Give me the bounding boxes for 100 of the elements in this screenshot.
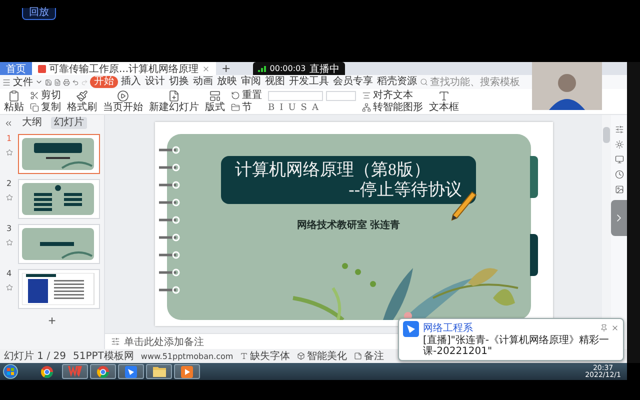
format-button[interactable]: S (300, 102, 307, 112)
copy-icon (30, 103, 39, 112)
ribbon-tab[interactable]: 放映 (216, 76, 238, 88)
monitor-icon (614, 155, 624, 164)
presentation-file-icon (38, 64, 46, 72)
caret-icon (35, 78, 43, 86)
font-icon (240, 352, 248, 360)
save-icon (45, 78, 52, 86)
taskbar-app[interactable] (146, 364, 172, 379)
document-tab[interactable]: 可靠传输工作原...计算机网络原理 (32, 62, 216, 75)
toolbar-button[interactable]: 重置 (231, 90, 262, 101)
messenger-icon (125, 366, 137, 378)
font-name-field[interactable] (268, 90, 323, 100)
toolbar-button[interactable]: 转智能图形 (362, 102, 423, 113)
notes-placeholder[interactable]: 单击此处添加备注 (124, 334, 204, 348)
font-size-field[interactable] (326, 90, 356, 100)
panel-tab[interactable]: 大纲 (19, 117, 45, 129)
slide-title: 计算机网络原理（第8版） (235, 160, 432, 180)
collapse-icon (4, 118, 13, 128)
star-icon (6, 194, 12, 201)
signal-icon (258, 66, 266, 72)
ribbon-tab[interactable]: 视图 (264, 76, 286, 88)
format-button[interactable]: U (288, 102, 296, 112)
ribbon-tab[interactable]: 审阅 (240, 76, 262, 88)
slide-number: 4 (6, 269, 12, 278)
note-icon (354, 352, 362, 360)
ribbon-tab[interactable]: 会员专享 (332, 76, 374, 88)
notes-button[interactable]: 备注 (354, 349, 384, 363)
toolbar-button[interactable]: 文本框 (429, 90, 459, 113)
messenger-icon (403, 321, 419, 337)
toolbar-button[interactable]: 对齐文本 (362, 90, 423, 101)
toolbar-button[interactable]: 剪切 (30, 90, 61, 101)
sun-icon (614, 140, 624, 149)
slide-number: 3 (6, 224, 12, 233)
format-button[interactable]: A (312, 102, 318, 112)
close-icon (611, 324, 619, 332)
format-button[interactable]: I (280, 102, 284, 112)
taskbar-app[interactable] (118, 364, 144, 379)
play-icon (117, 90, 129, 102)
home-tab[interactable]: 首页 (0, 62, 32, 75)
ribbon-tab[interactable]: 切换 (168, 76, 190, 88)
slide-count: 幻灯片 1 / 29 (4, 350, 66, 363)
beautify-button[interactable]: 智能美化 (297, 349, 348, 363)
panel-tab[interactable]: 幻灯片 (51, 117, 87, 129)
reset-icon (231, 91, 240, 100)
template-source: 51PPT模板网 (73, 350, 134, 363)
live-timer: 00:00:03 (270, 64, 306, 73)
notification-title: 网络工程系 (423, 322, 474, 334)
cube-icon (297, 352, 306, 360)
ribbon-tab[interactable]: 设计 (144, 76, 166, 88)
toolbar-button[interactable]: 复制 (30, 102, 61, 113)
slide-number: 2 (6, 179, 12, 188)
ribbon-tab[interactable]: 动画 (192, 76, 214, 88)
toolbar-button[interactable]: 新建幻灯片 (149, 90, 199, 113)
template-url: www.51pptmoban.com (140, 352, 234, 360)
file-menu[interactable]: 文件 (2, 76, 43, 88)
browser-icon (41, 366, 53, 378)
taskbar-app[interactable] (174, 364, 200, 379)
toolbar-button[interactable]: 格式刷 (67, 90, 97, 113)
ribbon-tab[interactable]: 插入 (120, 76, 142, 88)
clipboard-icon (8, 90, 20, 102)
section-icon (231, 103, 240, 112)
document-icon (54, 78, 61, 86)
taskbar-app[interactable] (90, 364, 116, 379)
toolbar-button[interactable]: 粘贴 (4, 90, 24, 113)
add-slide-button[interactable]: + (44, 314, 60, 327)
text-box-icon (438, 90, 450, 102)
image-icon (614, 185, 624, 194)
layout-icon (209, 90, 221, 102)
ribbon-tab[interactable]: 开发工具 (288, 76, 330, 88)
ribbon-tab[interactable]: 稻壳资源 (376, 76, 418, 88)
sliders-icon (614, 125, 624, 134)
slide-number: 1 (6, 134, 12, 143)
smart-graphic-icon (362, 103, 371, 112)
missing-fonts-button[interactable]: 缺失字体 (240, 349, 290, 363)
clock-icon (614, 170, 624, 179)
ribbon-tab[interactable]: 开始 (90, 76, 118, 88)
video-recorder-icon (181, 366, 193, 378)
scrollbar-thumb[interactable] (603, 127, 610, 143)
print-icon (63, 78, 70, 86)
notification-message[interactable]: [直播]"张连青-《计算机网络原理》精彩一课-20221201" (423, 335, 619, 357)
undo-icon (72, 78, 79, 86)
office-app-icon (68, 366, 82, 377)
close-icon (202, 64, 210, 72)
new-slide-icon (168, 90, 180, 102)
folder-icon (152, 366, 166, 377)
new-tab-button[interactable]: + (216, 62, 237, 75)
format-button[interactable]: B (268, 102, 275, 112)
pin-icon (600, 324, 608, 332)
star-icon (6, 284, 12, 291)
browser-icon (97, 366, 109, 378)
toolbar-button[interactable]: 版式 (205, 90, 225, 113)
replay-button[interactable]: 回放 (22, 8, 56, 20)
paintbrush-icon (76, 90, 88, 102)
star-icon (6, 239, 12, 246)
toolbar-button[interactable]: 节 (231, 102, 262, 113)
redo-icon (81, 78, 88, 86)
start-button[interactable] (3, 364, 18, 379)
toolbar-button[interactable]: 当页开始 (103, 90, 143, 113)
slide-subtitle: --停止等待协议 (348, 180, 462, 200)
